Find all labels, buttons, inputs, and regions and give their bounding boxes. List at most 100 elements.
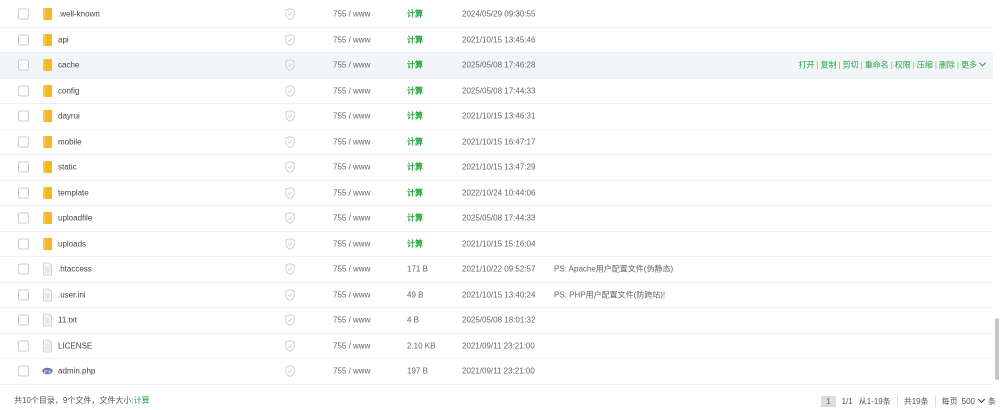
file-row[interactable]: LICENSE 755 / www 2.10 KB 2021/09/11 23:21:… (0, 334, 993, 359)
shield-icon[interactable] (285, 263, 295, 276)
file-row[interactable]: .well-known 755 / www 计算 2024/05/29 09:30:5… (0, 2, 993, 28)
file-permission[interactable]: 755 / www (333, 86, 370, 95)
calc-size-link[interactable]: 计算 (407, 238, 423, 249)
shield-icon[interactable] (285, 8, 295, 21)
row-checkbox[interactable] (18, 212, 29, 224)
shield-icon[interactable] (285, 59, 295, 72)
shield-icon[interactable] (285, 161, 295, 174)
file-name[interactable]: api (58, 35, 69, 44)
file-name[interactable]: config (58, 86, 79, 95)
calc-size-link[interactable]: 计算 (407, 213, 423, 224)
file-name[interactable]: .htaccess (58, 265, 92, 274)
file-permission[interactable]: 755 / www (333, 265, 370, 274)
action-3[interactable]: 重命名 (865, 61, 889, 70)
row-checkbox[interactable] (18, 161, 29, 173)
per-page-select[interactable]: 500 (962, 395, 988, 406)
file-name[interactable]: .well-known (58, 10, 100, 19)
vertical-scrollbar[interactable] (993, 0, 999, 385)
file-name[interactable]: .user.ini (58, 290, 86, 299)
summary-calc-link[interactable]: 计算 (134, 396, 150, 405)
file-permission[interactable]: 755 / www (333, 137, 370, 146)
file-row[interactable]: mobile 755 / www 计算 2021/10/15 16:47:17 (0, 130, 993, 155)
calc-size-link[interactable]: 计算 (407, 60, 423, 71)
row-checkbox[interactable] (18, 59, 29, 71)
shield-icon[interactable] (285, 186, 295, 199)
file-permission[interactable]: 755 / www (333, 316, 370, 325)
file-permission[interactable]: 755 / www (333, 341, 370, 350)
file-permission[interactable]: 755 / www (333, 10, 370, 19)
row-checkbox[interactable] (18, 263, 29, 275)
file-name[interactable]: admin.php (58, 367, 95, 376)
file-permission[interactable]: 755 / www (333, 188, 370, 197)
shield-icon[interactable] (285, 135, 295, 148)
shield-icon[interactable] (285, 288, 295, 301)
file-name[interactable]: 11.txt (58, 316, 77, 325)
shield-icon[interactable] (285, 314, 295, 327)
file-name[interactable]: LICENSE (58, 341, 92, 350)
file-row[interactable]: static 755 / www 计算 2021/10/15 13:47:29 (0, 155, 993, 181)
file-row[interactable]: 11.txt 755 / www 4 B 2025/05/08 18:01:32 (0, 308, 993, 334)
file-row[interactable]: config 755 / www 计算 2025/05/08 17:44:33 (0, 79, 993, 104)
file-permission[interactable]: 755 / www (333, 290, 370, 299)
shield-icon[interactable] (285, 339, 295, 352)
shield-icon[interactable] (285, 212, 295, 225)
file-name[interactable]: template (58, 188, 89, 197)
shield-icon[interactable] (285, 365, 295, 378)
action-0[interactable]: 打开 (798, 61, 814, 70)
file-row[interactable]: .htaccess 755 / www 171 B 2021/10/22 09:52:… (0, 257, 993, 283)
row-checkbox[interactable] (18, 8, 29, 20)
file-name[interactable]: cache (58, 61, 79, 70)
shield-icon[interactable] (285, 84, 295, 97)
action-7[interactable]: 更多 (961, 61, 977, 70)
row-checkbox[interactable] (18, 314, 29, 326)
row-checkbox[interactable] (18, 289, 29, 301)
calc-size-link[interactable]: 计算 (407, 34, 423, 45)
action-5[interactable]: 压缩 (917, 61, 933, 70)
calc-size-link[interactable]: 计算 (407, 162, 423, 173)
file-permission[interactable]: 755 / www (333, 163, 370, 172)
shield-icon[interactable] (285, 110, 295, 123)
action-1[interactable]: 复制 (821, 61, 837, 70)
row-checkbox[interactable] (18, 110, 29, 122)
row-checkbox[interactable] (18, 238, 29, 250)
file-permission[interactable]: 755 / www (333, 214, 370, 223)
file-name[interactable]: static (58, 163, 77, 172)
calc-size-link[interactable]: 计算 (407, 85, 423, 96)
row-checkbox[interactable] (18, 34, 29, 46)
file-row[interactable]: php admin.php 755 / www 197 B 2021/09/11 23:… (0, 359, 993, 385)
row-checkbox[interactable] (18, 187, 29, 199)
file-row[interactable]: .user.ini 755 / www 49 B 2021/10/15 13:40:2… (0, 283, 993, 308)
file-name[interactable]: uploads (58, 239, 86, 248)
action-4[interactable]: 权限 (895, 61, 911, 70)
file-permission[interactable]: 755 / www (333, 239, 370, 248)
calc-size-link[interactable]: 计算 (407, 136, 423, 147)
file-name[interactable]: uploadfile (58, 214, 92, 223)
file-row[interactable]: api 755 / www 计算 2021/10/15 13:45:46 (0, 28, 993, 53)
shield-icon[interactable] (285, 33, 295, 46)
file-row[interactable]: uploads 755 / www 计算 2021/10/15 15:16:04 (0, 232, 993, 257)
calc-size-link[interactable]: 计算 (407, 187, 423, 198)
file-row[interactable]: template 755 / www 计算 2022/10/24 10:44:06 (0, 181, 993, 206)
row-checkbox[interactable] (18, 136, 29, 148)
page-current[interactable]: 1 (821, 396, 836, 407)
action-2[interactable]: 剪切 (843, 61, 859, 70)
file-permission[interactable]: 755 / www (333, 61, 370, 70)
shield-icon[interactable] (285, 237, 295, 250)
file-permission[interactable]: 755 / www (333, 35, 370, 44)
file-row[interactable]: cache 755 / www 计算 2025/05/08 17:46:28 打开 | 复制… (0, 53, 993, 79)
chevron-down-icon[interactable] (978, 59, 987, 67)
file-permission[interactable]: 755 / www (333, 367, 370, 376)
calc-size-link[interactable]: 计算 (407, 111, 423, 122)
file-row[interactable]: debug.log755 / www9.45 KB2025/05/08 17:1… (0, 385, 993, 386)
scrollbar-thumb[interactable] (995, 318, 999, 380)
file-name[interactable]: mobile (58, 137, 82, 146)
row-checkbox[interactable] (18, 85, 29, 97)
calc-size-link[interactable]: 计算 (407, 9, 423, 20)
action-6[interactable]: 删除 (939, 61, 955, 70)
row-checkbox[interactable] (18, 365, 29, 377)
file-permission[interactable]: 755 / www (333, 112, 370, 121)
file-row[interactable]: uploadfile 755 / www 计算 2025/05/08 17:44:33 (0, 206, 993, 232)
file-name[interactable]: dayrui (58, 112, 80, 121)
row-checkbox[interactable] (18, 340, 29, 352)
file-row[interactable]: dayrui 755 / www 计算 2021/10/15 13:46:31 (0, 104, 993, 130)
